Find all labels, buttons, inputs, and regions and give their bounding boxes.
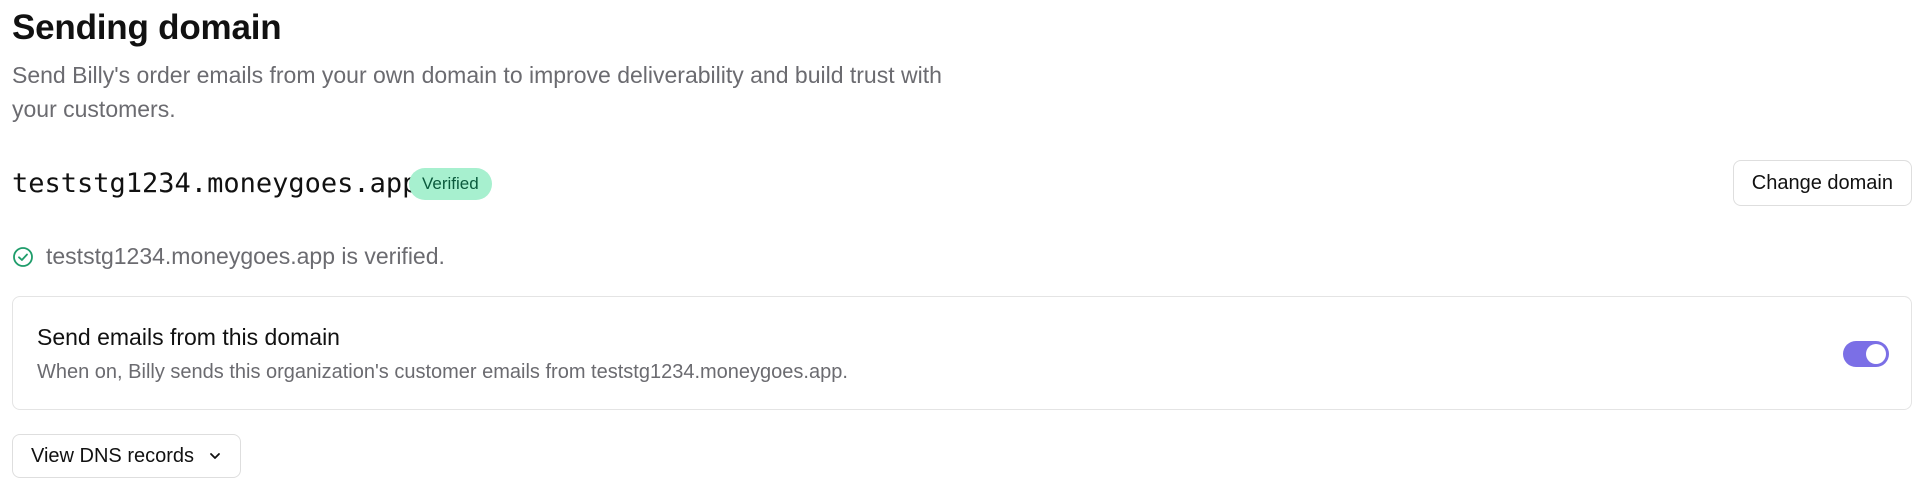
change-domain-button[interactable]: Change domain [1732,160,1912,206]
send-from-domain-title: Send emails from this domain [37,324,340,350]
send-from-domain-card: Send emails from this domain When on, Bi… [12,296,1912,410]
page-title: Sending domain [12,8,282,47]
view-dns-records-button[interactable]: View DNS records [12,434,242,478]
chevron-down-icon [210,453,220,459]
toggle-knob [1866,344,1886,364]
sending-domain-section: Sending domain Send Billy's order emails… [0,0,1920,492]
domain-name: teststg1234.moneygoes.app [12,168,419,199]
page-description: Send Billy's order emails from your own … [12,62,942,122]
verified-badge: Verified [409,168,492,200]
send-from-domain-toggle[interactable] [1843,341,1889,367]
check-circle-icon [13,247,33,267]
send-from-domain-description: When on, Billy sends this organization's… [37,361,848,383]
verification-status-text: teststg1234.moneygoes.app is verified. [46,243,445,269]
domain-row: teststg1234.moneygoes.app Verified Chang… [12,160,1912,208]
view-dns-records-label: View DNS records [31,444,195,467]
